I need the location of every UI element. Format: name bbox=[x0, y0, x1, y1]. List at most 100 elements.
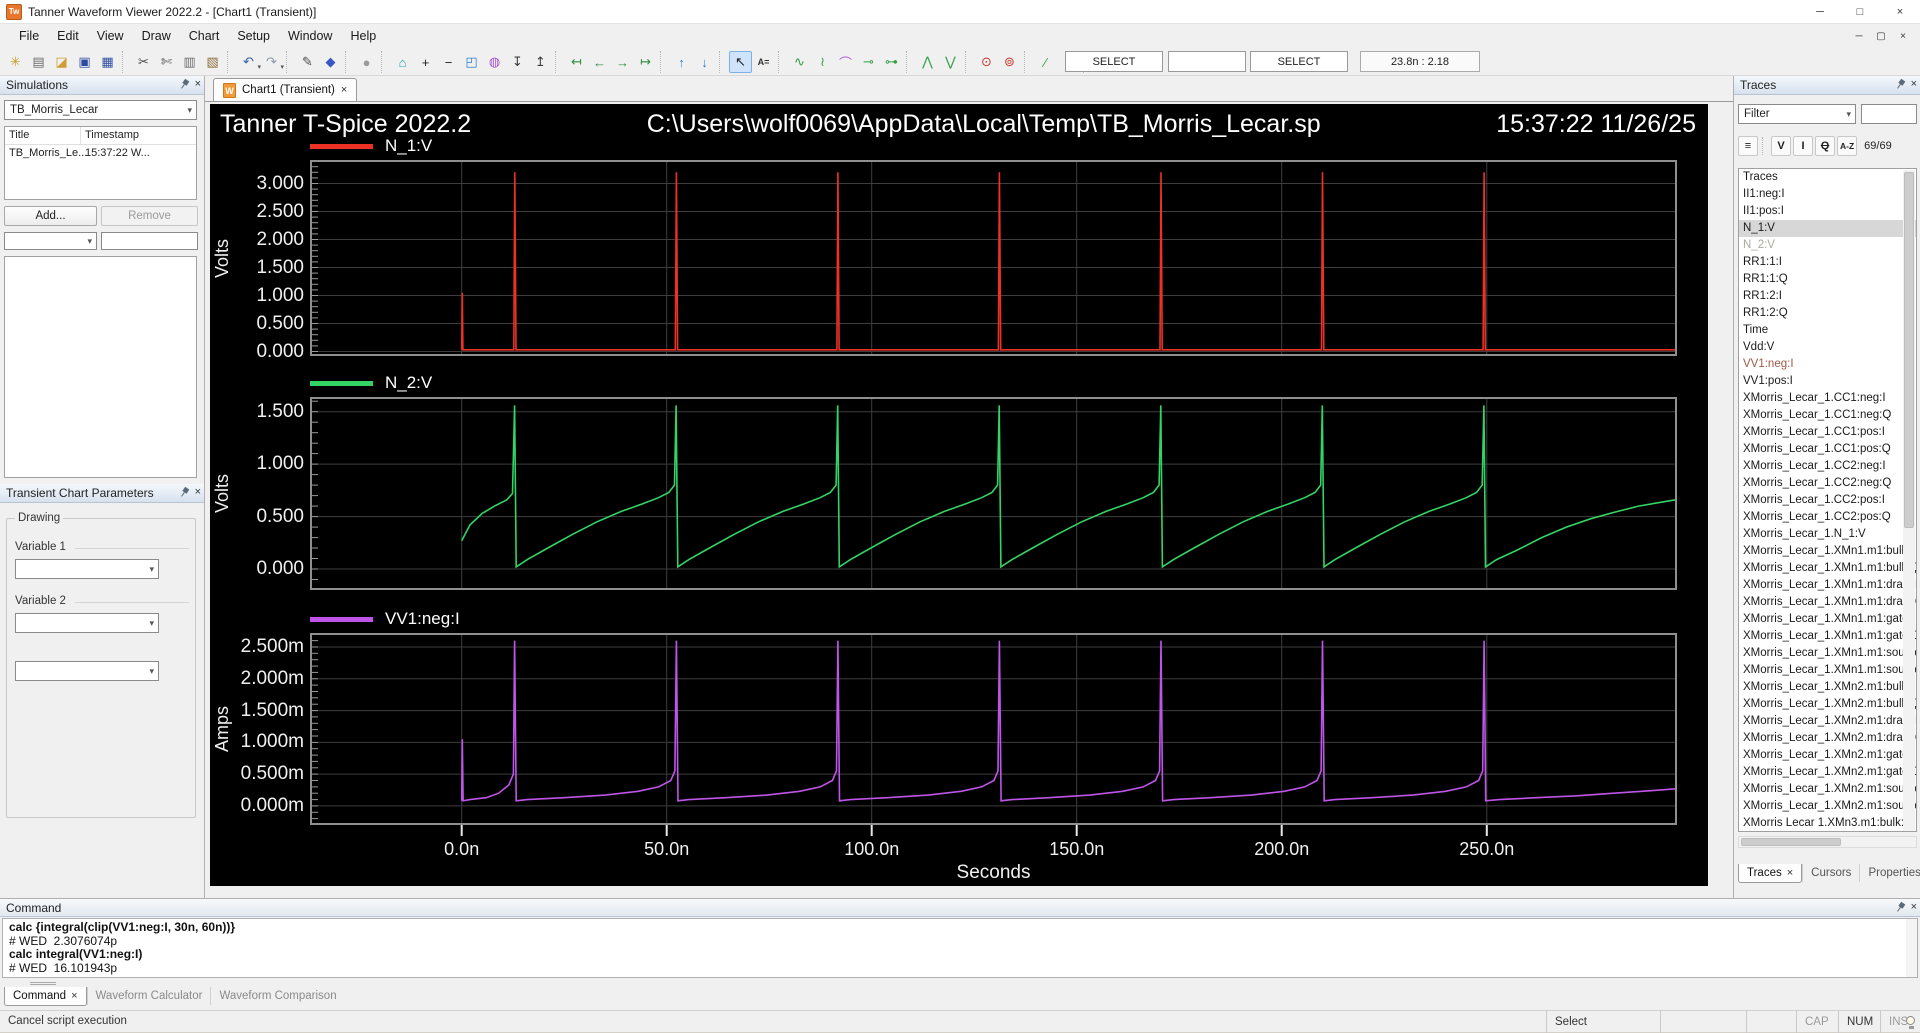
redo-icon[interactable]: ↷ bbox=[260, 51, 283, 73]
trace-item[interactable]: RR1:2:I bbox=[1739, 288, 1916, 305]
simulations-listbox[interactable] bbox=[4, 256, 197, 478]
menu-setup[interactable]: Setup bbox=[228, 26, 279, 46]
zoom-in-icon[interactable]: + bbox=[414, 51, 437, 73]
sim-col-timestamp[interactable]: Timestamp bbox=[81, 127, 196, 144]
trace-item[interactable]: RR1:2:Q bbox=[1739, 305, 1916, 322]
trace-item[interactable]: XMorris_Lecar_1.XMn1.m1:bulk:Q bbox=[1739, 560, 1916, 577]
tab-waveform-comparison[interactable]: Waveform Comparison bbox=[210, 987, 344, 1005]
paste-icon[interactable]: ▧ bbox=[201, 51, 224, 73]
measure-label-icon[interactable]: ⊶ bbox=[880, 51, 903, 73]
close-icon[interactable]: × bbox=[1911, 78, 1917, 90]
tab-command[interactable]: Command × bbox=[4, 987, 87, 1006]
menu-edit[interactable]: Edit bbox=[48, 26, 88, 46]
trace-item[interactable]: XMorris_Lecar_1.XMn1.m1:bulk:I bbox=[1739, 543, 1916, 560]
trace-list-hscrollbar[interactable] bbox=[1738, 836, 1917, 848]
trace-item[interactable]: XMorris_Lecar_1.CC2:neg:Q bbox=[1739, 475, 1916, 492]
tab-cursors[interactable]: Cursors bbox=[1802, 864, 1859, 882]
menu-window[interactable]: Window bbox=[279, 26, 341, 46]
trace-item[interactable]: RR1:1:I bbox=[1739, 254, 1916, 271]
simulations-table[interactable]: Title Timestamp TB_Morris_Le... 15:37:22… bbox=[4, 126, 197, 200]
measure-sum-icon[interactable]: ⊸ bbox=[857, 51, 880, 73]
add-point-icon[interactable]: ⊙ bbox=[975, 51, 998, 73]
trace-item[interactable]: N_1:V bbox=[1739, 220, 1916, 237]
trace-item[interactable]: XMorris_Lecar_1.CC1:neg:I bbox=[1739, 390, 1916, 407]
trace-item[interactable]: VV1:pos:I bbox=[1739, 373, 1916, 390]
trace-item[interactable]: XMorris_Lecar_1.XMn1.m1:gate:I bbox=[1739, 611, 1916, 628]
trace-list-vscrollbar[interactable] bbox=[1903, 170, 1915, 832]
trace-item[interactable]: XMorris_Lecar_1.XMn1.m1:drain:Q bbox=[1739, 594, 1916, 611]
chart-canvas[interactable]: Tanner T-Spice 2022.2 C:\Users\wolf0069\… bbox=[210, 104, 1708, 886]
tab-properties[interactable]: Properties bbox=[1859, 864, 1920, 882]
pin-icon[interactable] bbox=[1892, 899, 1907, 915]
trace-item[interactable]: XMorris_Lecar_1.N_1:V bbox=[1739, 526, 1916, 543]
trace-item[interactable]: XMorris_Lecar_1.XMn2.m1:source:I bbox=[1739, 781, 1916, 798]
pin-icon[interactable] bbox=[176, 76, 191, 92]
tab-close-icon[interactable]: × bbox=[71, 990, 77, 1002]
trace-item[interactable]: VV1:neg:I bbox=[1739, 356, 1916, 373]
trace-item[interactable]: XMorris_Lecar_1.XMn2.m1:drain:I bbox=[1739, 713, 1916, 730]
filter-current-button[interactable]: I bbox=[1793, 136, 1813, 156]
tab-close-icon[interactable]: × bbox=[1787, 867, 1793, 879]
trace-filter-input[interactable] bbox=[1861, 104, 1917, 124]
save-all-icon[interactable]: ▦ bbox=[96, 51, 119, 73]
trace-item[interactable]: XMorris_Lecar_1.XMn2.m1:drain:Q bbox=[1739, 730, 1916, 747]
menu-file[interactable]: File bbox=[10, 26, 48, 46]
trace-item[interactable]: XMorris_Lecar_1.CC2:pos:Q bbox=[1739, 509, 1916, 526]
tab-traces[interactable]: Traces × bbox=[1738, 864, 1802, 883]
close-icon[interactable]: × bbox=[195, 486, 201, 498]
pin-icon[interactable] bbox=[176, 484, 191, 500]
tab-waveform-calculator[interactable]: Waveform Calculator bbox=[87, 987, 211, 1005]
splitter-grip[interactable] bbox=[30, 982, 56, 985]
measure-average-icon[interactable]: ⌒ bbox=[834, 51, 857, 73]
variable2-combo[interactable] bbox=[15, 613, 159, 633]
hscroll-thumb[interactable] bbox=[1741, 838, 1841, 846]
command-output[interactable]: calc {integral(clip(VV1:neg:I, 30n, 60n)… bbox=[2, 918, 1918, 978]
vertical-cursor-icon[interactable]: ∿ bbox=[788, 51, 811, 73]
horizontal-cursor-icon[interactable]: ≀ bbox=[811, 51, 834, 73]
plot-area-1[interactable] bbox=[310, 397, 1677, 590]
help-book-icon[interactable]: ◆ bbox=[319, 51, 342, 73]
close-icon[interactable]: × bbox=[195, 78, 201, 90]
variable2b-combo[interactable] bbox=[15, 661, 159, 681]
child-close-button[interactable]: × bbox=[1892, 31, 1914, 42]
save-icon[interactable]: ▣ bbox=[73, 51, 96, 73]
trace-item[interactable]: II1:neg:I bbox=[1739, 186, 1916, 203]
trace-item[interactable]: XMorris_Lecar_1.XMn1.m1:gate:Q bbox=[1739, 628, 1916, 645]
trace-item[interactable]: XMorris_Lecar_1.CC1:neg:Q bbox=[1739, 407, 1916, 424]
annotation-icon[interactable]: A= bbox=[752, 51, 775, 73]
fit-view-icon[interactable]: ⌂ bbox=[391, 51, 414, 73]
sim-col-title[interactable]: Title bbox=[5, 127, 81, 144]
stop-icon[interactable]: ● bbox=[355, 51, 378, 73]
trace-item[interactable]: XMorris_Lecar_1.XMn2.m1:bulk:Q bbox=[1739, 696, 1916, 713]
trace-item[interactable]: Time bbox=[1739, 322, 1916, 339]
menu-draw[interactable]: Draw bbox=[133, 26, 180, 46]
child-minimize-button[interactable]: ─ bbox=[1848, 31, 1870, 42]
zoom-out-icon[interactable]: − bbox=[437, 51, 460, 73]
select-tool-icon[interactable]: ↖ bbox=[729, 51, 752, 73]
peak-down-icon[interactable]: ⋁ bbox=[939, 51, 962, 73]
variable1-combo[interactable] bbox=[15, 559, 159, 579]
trace-item[interactable]: XMorris_Lecar_1.CC1:pos:Q bbox=[1739, 441, 1916, 458]
vscroll-thumb[interactable] bbox=[1904, 172, 1914, 528]
signal-select-combo-1[interactable]: SELECT bbox=[1065, 51, 1163, 72]
trace-item[interactable]: XMorris_Lecar_1.CC1:pos:I bbox=[1739, 424, 1916, 441]
trace-item[interactable]: XMorris_Lecar_1.XMn1.m1:drain:I bbox=[1739, 577, 1916, 594]
signal-value-combo-1[interactable] bbox=[1168, 51, 1246, 72]
minimize-button[interactable]: ─ bbox=[1800, 0, 1840, 24]
trace-item[interactable]: XMorris_Lecar_1.CC2:neg:I bbox=[1739, 458, 1916, 475]
filter-charge-button[interactable]: Q bbox=[1815, 136, 1835, 156]
tab-close-icon[interactable]: × bbox=[341, 84, 347, 96]
rise-edge-icon[interactable]: ∕ bbox=[1034, 51, 1057, 73]
menu-help[interactable]: Help bbox=[341, 26, 385, 46]
trace-item[interactable]: II1:pos:I bbox=[1739, 203, 1916, 220]
new-window-icon[interactable]: ▤ bbox=[27, 51, 50, 73]
tree-view-icon[interactable]: ≡ bbox=[1738, 136, 1758, 156]
plot-area-0[interactable] bbox=[310, 160, 1677, 356]
trace-item[interactable]: XMorris Lecar 1.XMn3.m1:bulk:I bbox=[1739, 815, 1916, 832]
filter-voltage-button[interactable]: V bbox=[1771, 136, 1791, 156]
zoom-box-icon[interactable]: ◰ bbox=[460, 51, 483, 73]
trace-up-icon[interactable]: ↑ bbox=[670, 51, 693, 73]
table-row[interactable]: TB_Morris_Le... 15:37:22 W... bbox=[5, 145, 196, 161]
signal-select-combo-2[interactable]: SELECT bbox=[1250, 51, 1348, 72]
peak-up-icon[interactable]: ⋀ bbox=[916, 51, 939, 73]
